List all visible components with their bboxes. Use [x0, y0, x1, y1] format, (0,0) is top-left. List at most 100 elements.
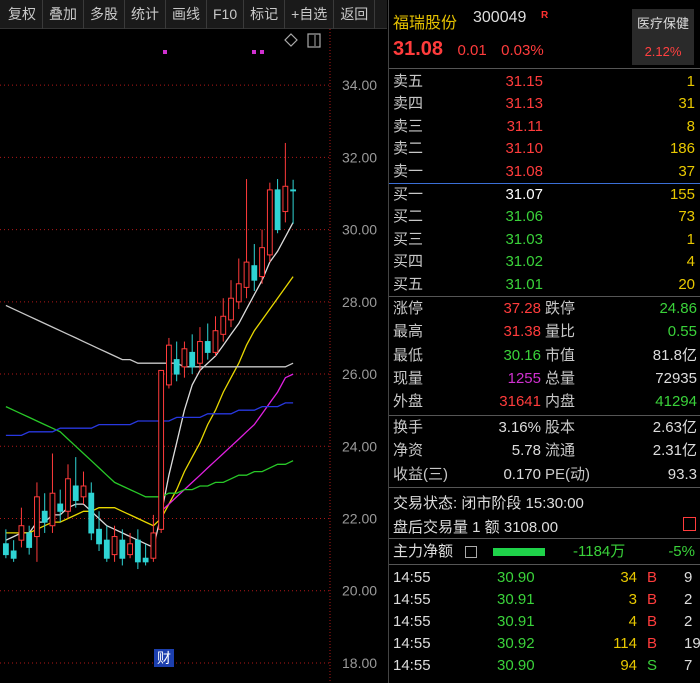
candle-body — [212, 330, 219, 353]
stat-value: 81.8亿 — [652, 346, 697, 364]
expand-icon[interactable] — [683, 517, 696, 531]
tick-side: B — [647, 591, 658, 608]
bid-price: 31.07 — [505, 186, 543, 203]
stat-label: 市值 — [545, 346, 576, 364]
stat-label: 现量 — [393, 369, 424, 387]
moving-average-lines — [5, 222, 294, 549]
kline-chart[interactable]: 34.00 32.00 30.00 28.00 26.00 24.00 22.00 20.00… — [0, 29, 387, 683]
price-row: 31.08 0.01 0.03% — [393, 38, 544, 61]
candle-body — [41, 510, 48, 523]
sector-change-pct: 2.12% — [644, 44, 682, 59]
y-axis-label: 32.00 — [342, 149, 377, 165]
candle-body — [127, 543, 133, 556]
stock-code: 300049 — [473, 9, 527, 26]
price-change-pct: 0.03% — [501, 42, 544, 59]
stat-value: 41294 — [655, 393, 697, 411]
toolbar-button-add-watchlist[interactable]: +自选 — [285, 0, 335, 29]
candle-body — [80, 485, 87, 498]
ask-label: 卖五 — [393, 73, 424, 90]
stat-label: 净资 — [393, 442, 424, 460]
stat-value: 1255 — [507, 369, 541, 387]
purple-marker-2 — [252, 50, 256, 54]
stat-value: 31641 — [499, 393, 541, 411]
candle-body — [243, 261, 250, 288]
tick-row[interactable]: 14:55 30.92 114 B 19 — [389, 633, 700, 655]
stat-row: 涨停 37.28 跌停 24.86 — [389, 297, 700, 320]
bid-row[interactable]: 买二 31.06 73 — [389, 206, 700, 228]
kline-svg[interactable]: 34.00 32.00 30.00 28.00 26.00 24.00 22.00 20.00… — [0, 29, 387, 683]
bid-volume: 73 — [678, 208, 695, 226]
stat-row: 最低 30.16 市值 81.8亿 — [389, 344, 700, 367]
diamond-icon[interactable] — [284, 33, 298, 47]
stat-label: 换手 — [393, 419, 424, 436]
toolbar-button-f10[interactable]: F10 — [207, 0, 245, 29]
candle — [274, 179, 281, 234]
toolbar-button-mark[interactable]: 标记 — [244, 0, 286, 29]
tick-row[interactable]: 14:55 30.90 34 B 9 — [389, 567, 700, 589]
toolbar-button-overlay[interactable]: 叠加 — [43, 0, 84, 29]
candle — [57, 489, 64, 523]
finance-event-marker[interactable]: 财 — [157, 651, 171, 667]
candle — [34, 482, 40, 562]
trade-status: 交易状态: 闭市阶段 15:30:00 — [393, 495, 584, 512]
candle — [142, 543, 149, 566]
bid-label: 买五 — [393, 275, 424, 293]
ask-row[interactable]: 卖三 31.11 8 — [389, 116, 700, 138]
ask-row[interactable]: 卖五 31.15 1 — [389, 71, 700, 93]
stat-label: 总量 — [545, 369, 576, 387]
tick-time: 14:55 — [393, 657, 431, 674]
candle — [10, 540, 17, 562]
bid-row[interactable]: 买三 31.03 1 — [389, 229, 700, 251]
toolbar-button-statistics[interactable]: 统计 — [125, 0, 166, 29]
ma-line-yellow — [5, 276, 294, 534]
candle-body — [173, 359, 180, 375]
ask-row[interactable]: 卖一 31.08 37 — [389, 161, 700, 183]
bid-row[interactable]: 买四 31.02 4 — [389, 251, 700, 273]
list-icon[interactable] — [465, 546, 477, 558]
tick-row[interactable]: 14:55 30.91 3 B 2 — [389, 589, 700, 611]
candle — [282, 142, 289, 223]
candle-body — [150, 532, 157, 559]
tick-row[interactable]: 14:55 30.90 94 S 7 — [389, 655, 700, 677]
tick-count: 2 — [684, 591, 693, 608]
bid-label: 买一 — [393, 186, 424, 203]
stat-row: 收益(三) 0.170 PE(动) 93.3 — [389, 463, 700, 486]
candlestick-series — [2, 142, 297, 570]
bid-label: 买四 — [393, 253, 424, 271]
candle — [18, 507, 25, 548]
candle-body — [266, 189, 273, 256]
y-axis-labels: 34.00 32.00 30.00 28.00 26.00 24.00 22.00 20.00… — [342, 77, 377, 671]
candle-body — [142, 557, 149, 563]
divider — [389, 564, 700, 565]
stat-value: 5.78 — [511, 442, 541, 460]
candle — [2, 529, 9, 559]
candle-body — [96, 528, 102, 545]
candle — [111, 525, 118, 562]
ask-row[interactable]: 卖四 31.13 31 — [389, 93, 700, 115]
candle-body — [189, 351, 196, 368]
candle — [290, 179, 297, 224]
toolbar-button-rights[interactable]: 复权 — [0, 0, 43, 29]
tick-side: B — [647, 613, 658, 630]
bid-label: 买二 — [393, 208, 424, 226]
tick-count: 7 — [684, 657, 693, 674]
panel-toggle-icon[interactable] — [307, 33, 321, 48]
ask-row[interactable]: 卖二 31.10 186 — [389, 138, 700, 160]
ma-line-white — [5, 222, 294, 549]
y-axis-label: 26.00 — [342, 366, 377, 382]
bid-row[interactable]: 买五 31.01 20 — [389, 274, 700, 296]
stat-value: 72935 — [655, 369, 697, 387]
chart-gridlines — [0, 29, 331, 683]
toolbar-button-draw-line[interactable]: 画线 — [166, 0, 207, 29]
candle-body — [103, 539, 110, 559]
ask-price: 31.11 — [506, 117, 543, 135]
sector-box[interactable]: 医疗保健 2.12% — [632, 9, 694, 65]
candle — [166, 337, 172, 389]
toolbar-button-multi-stock[interactable]: 多股 — [84, 0, 125, 29]
ask-price: 31.10 — [505, 140, 543, 158]
toolbar-button-back[interactable]: 返回 — [334, 0, 376, 29]
candle-body — [251, 265, 258, 281]
tick-price: 30.90 — [497, 569, 535, 586]
tick-row[interactable]: 14:55 30.91 4 B 2 — [389, 611, 700, 633]
bid-row[interactable]: 买一 31.07 155 — [389, 184, 700, 206]
